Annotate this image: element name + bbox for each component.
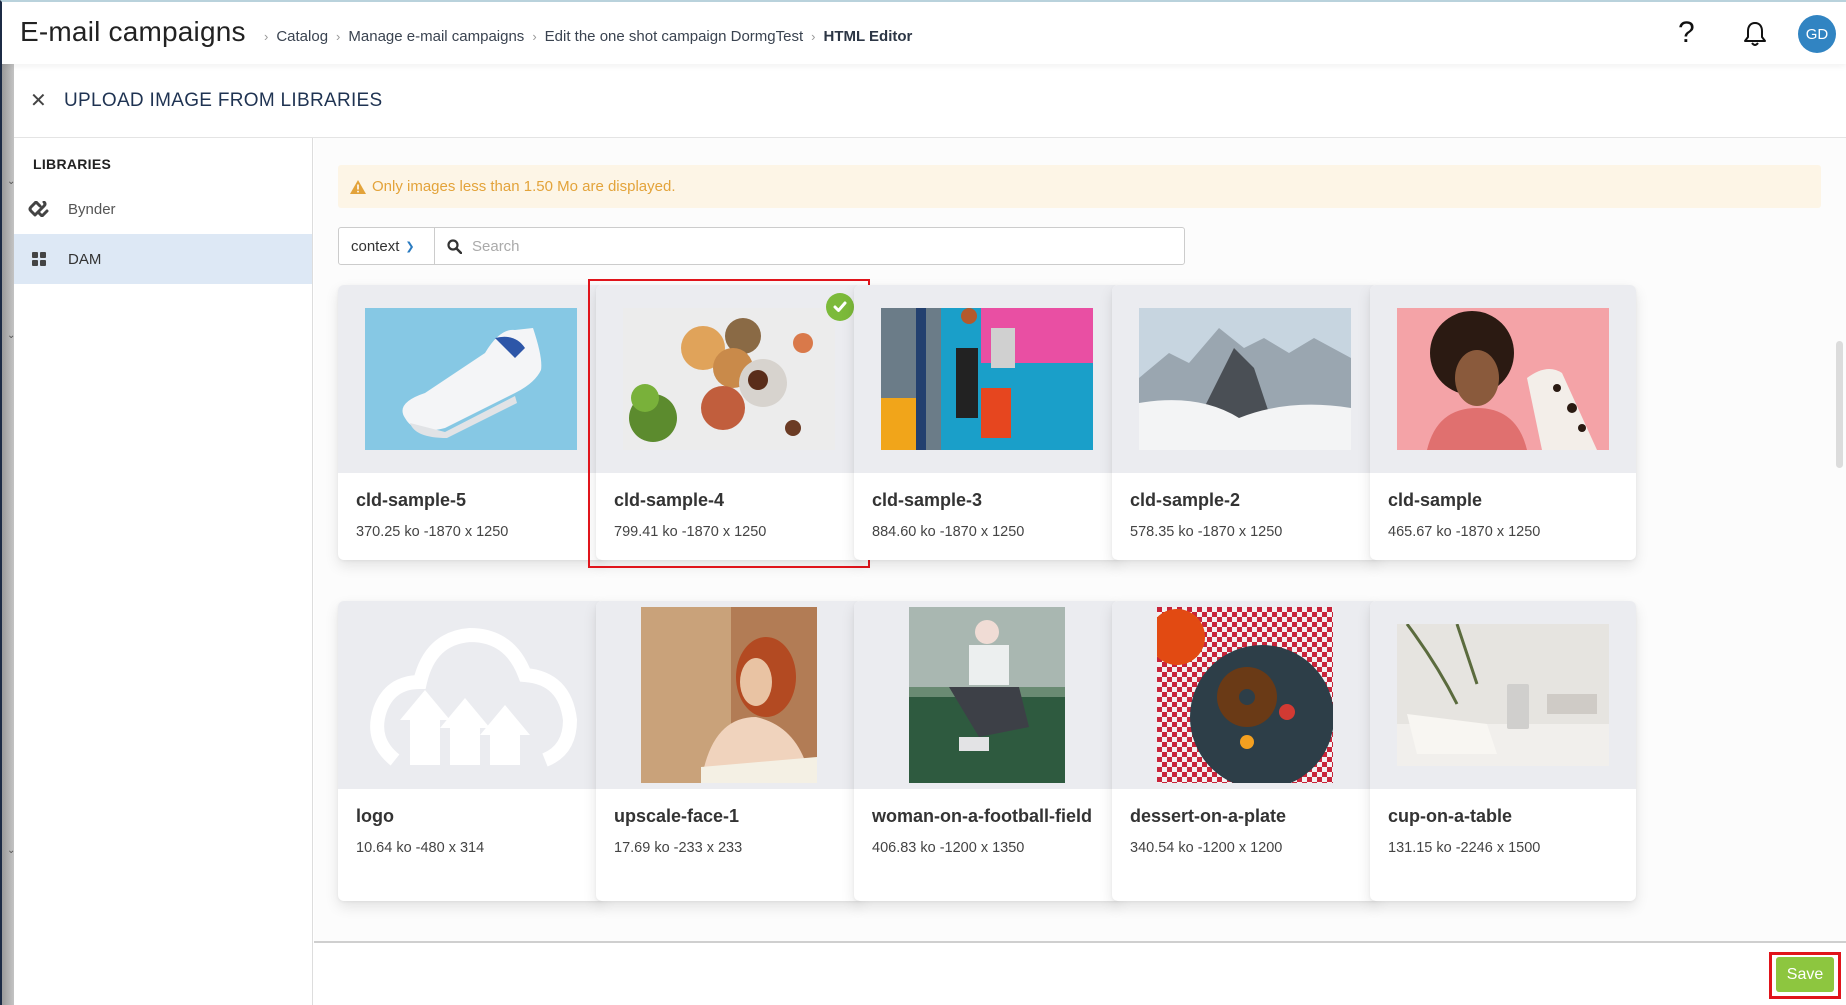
upload-image-modal: ✕ UPLOAD IMAGE FROM LIBRARIES LIBRARIES … xyxy=(14,64,1846,1005)
asset-thumbnail xyxy=(338,601,604,789)
asset-meta: 884.60 ko -1870 x 1250 xyxy=(872,524,1025,540)
thumbnail-image xyxy=(881,308,1093,450)
asset-card[interactable]: cld-sample-5 370.25 ko -1870 x 1250 xyxy=(338,285,604,560)
asset-name: cld-sample-3 xyxy=(872,490,983,510)
app-title: E-mail campaigns xyxy=(20,16,246,47)
save-button[interactable]: Save xyxy=(1776,957,1834,992)
thumbnail-image xyxy=(370,627,577,767)
breadcrumb: › Catalog › Manage e-mail campaigns › Ed… xyxy=(260,28,912,45)
sidebar-item-dam[interactable]: DAM xyxy=(14,234,312,284)
search-field xyxy=(435,228,1184,264)
asset-meta: 465.67 ko -1870 x 1250 xyxy=(1388,524,1541,540)
modal-title: UPLOAD IMAGE FROM LIBRARIES xyxy=(64,90,383,111)
thumbnail-image xyxy=(909,607,1065,783)
assets-panel: Only images less than 1.50 Mo are displa… xyxy=(314,138,1846,941)
asset-meta: 340.54 ko -1200 x 1200 xyxy=(1130,840,1283,856)
thumbnail-image xyxy=(1157,607,1333,783)
thumbnail-image xyxy=(641,607,817,783)
thumbnail-image xyxy=(1139,308,1351,450)
close-icon[interactable]: ✕ xyxy=(30,88,47,113)
search-icon xyxy=(447,238,462,254)
asset-name: cld-sample-5 xyxy=(356,490,467,510)
asset-meta: 406.83 ko -1200 x 1350 xyxy=(872,840,1025,856)
asset-card[interactable]: cup-on-a-table 131.15 ko -2246 x 1500 xyxy=(1370,601,1636,901)
background-page-overlay: ⌄ ⌄ ⌄ xyxy=(0,0,15,1005)
modal-header: ✕ UPLOAD IMAGE FROM LIBRARIES xyxy=(14,64,1846,138)
asset-thumbnail xyxy=(854,601,1120,789)
bell-icon[interactable] xyxy=(1742,20,1768,48)
help-icon[interactable]: ? xyxy=(1678,16,1695,50)
grid-icon xyxy=(28,252,50,266)
asset-name: woman-on-a-football-field xyxy=(872,806,1092,826)
asset-thumbnail xyxy=(596,601,862,789)
asset-thumbnail xyxy=(1370,285,1636,473)
asset-name: cup-on-a-table xyxy=(1388,806,1512,826)
sidebar-item-label: DAM xyxy=(68,250,102,268)
asset-name: cld-sample xyxy=(1388,490,1483,510)
asset-thumbnail xyxy=(1112,601,1378,789)
breadcrumb-separator-icon: › xyxy=(264,29,269,44)
top-header: E-mail campaigns › Catalog › Manage e-ma… xyxy=(0,0,1846,64)
banner-text: Only images less than 1.50 Mo are displa… xyxy=(372,178,676,195)
asset-name: logo xyxy=(356,806,394,826)
asset-card[interactable]: cld-sample 465.67 ko -1870 x 1250 xyxy=(1370,285,1636,560)
warning-icon xyxy=(350,179,366,194)
asset-name: dessert-on-a-plate xyxy=(1130,806,1287,826)
thumbnail-image xyxy=(1397,624,1609,766)
asset-card[interactable]: dessert-on-a-plate 340.54 ko -1200 x 1200 xyxy=(1112,601,1378,901)
asset-card[interactable]: cld-sample-2 578.35 ko -1870 x 1250 xyxy=(1112,285,1378,560)
bynder-icon xyxy=(28,201,50,217)
breadcrumb-item-html-editor: HTML Editor xyxy=(823,28,913,45)
asset-thumbnail xyxy=(1370,601,1636,789)
asset-card[interactable]: upscale-face-1 17.69 ko -233 x 233 xyxy=(596,601,862,901)
asset-card[interactable]: woman-on-a-football-field 406.83 ko -1200… xyxy=(854,601,1120,901)
user-avatar[interactable]: GD xyxy=(1798,15,1836,53)
asset-thumbnail xyxy=(338,285,604,473)
grid-scrollbar[interactable] xyxy=(1836,341,1843,468)
asset-meta: 131.15 ko -2246 x 1500 xyxy=(1388,840,1541,856)
context-select[interactable]: context ❯ xyxy=(339,228,435,264)
asset-card[interactable]: logo 10.64 ko -480 x 314 xyxy=(338,601,604,901)
modal-footer: Save xyxy=(314,941,1846,1005)
asset-meta: 10.64 ko -480 x 314 xyxy=(356,840,485,856)
sidebar-item-label: Bynder xyxy=(68,200,116,218)
asset-card[interactable]: cld-sample-3 884.60 ko -1870 x 1250 xyxy=(854,285,1120,560)
thumbnail-image xyxy=(1397,308,1609,450)
size-warning-banner: Only images less than 1.50 Mo are displa… xyxy=(338,165,1821,208)
asset-meta: 370.25 ko -1870 x 1250 xyxy=(356,524,509,540)
search-bar: context ❯ xyxy=(338,227,1185,265)
thumbnail-image xyxy=(365,308,577,450)
asset-meta: 17.69 ko -233 x 233 xyxy=(614,840,743,856)
libraries-sidebar: LIBRARIES Bynder DAM xyxy=(14,138,313,1005)
asset-name: upscale-face-1 xyxy=(614,806,740,826)
asset-thumbnail xyxy=(1112,285,1378,473)
asset-meta: 578.35 ko -1870 x 1250 xyxy=(1130,524,1283,540)
context-select-value: context xyxy=(351,237,400,255)
search-input[interactable] xyxy=(472,237,1172,255)
breadcrumb-separator-icon: › xyxy=(532,29,537,44)
sidebar-item-bynder[interactable]: Bynder xyxy=(14,184,312,234)
breadcrumb-item-edit-campaign[interactable]: Edit the one shot campaign DormgTest xyxy=(545,28,803,45)
libraries-heading: LIBRARIES xyxy=(33,156,112,172)
breadcrumb-separator-icon: › xyxy=(811,29,816,44)
asset-name: cld-sample-2 xyxy=(1130,490,1241,510)
chevron-down-icon: ❯ xyxy=(405,240,415,253)
asset-thumbnail xyxy=(854,285,1120,473)
breadcrumb-item-manage-campaigns[interactable]: Manage e-mail campaigns xyxy=(348,28,524,45)
selection-highlight-box xyxy=(588,279,870,568)
breadcrumb-item-catalog[interactable]: Catalog xyxy=(276,28,328,45)
breadcrumb-separator-icon: › xyxy=(336,29,341,44)
